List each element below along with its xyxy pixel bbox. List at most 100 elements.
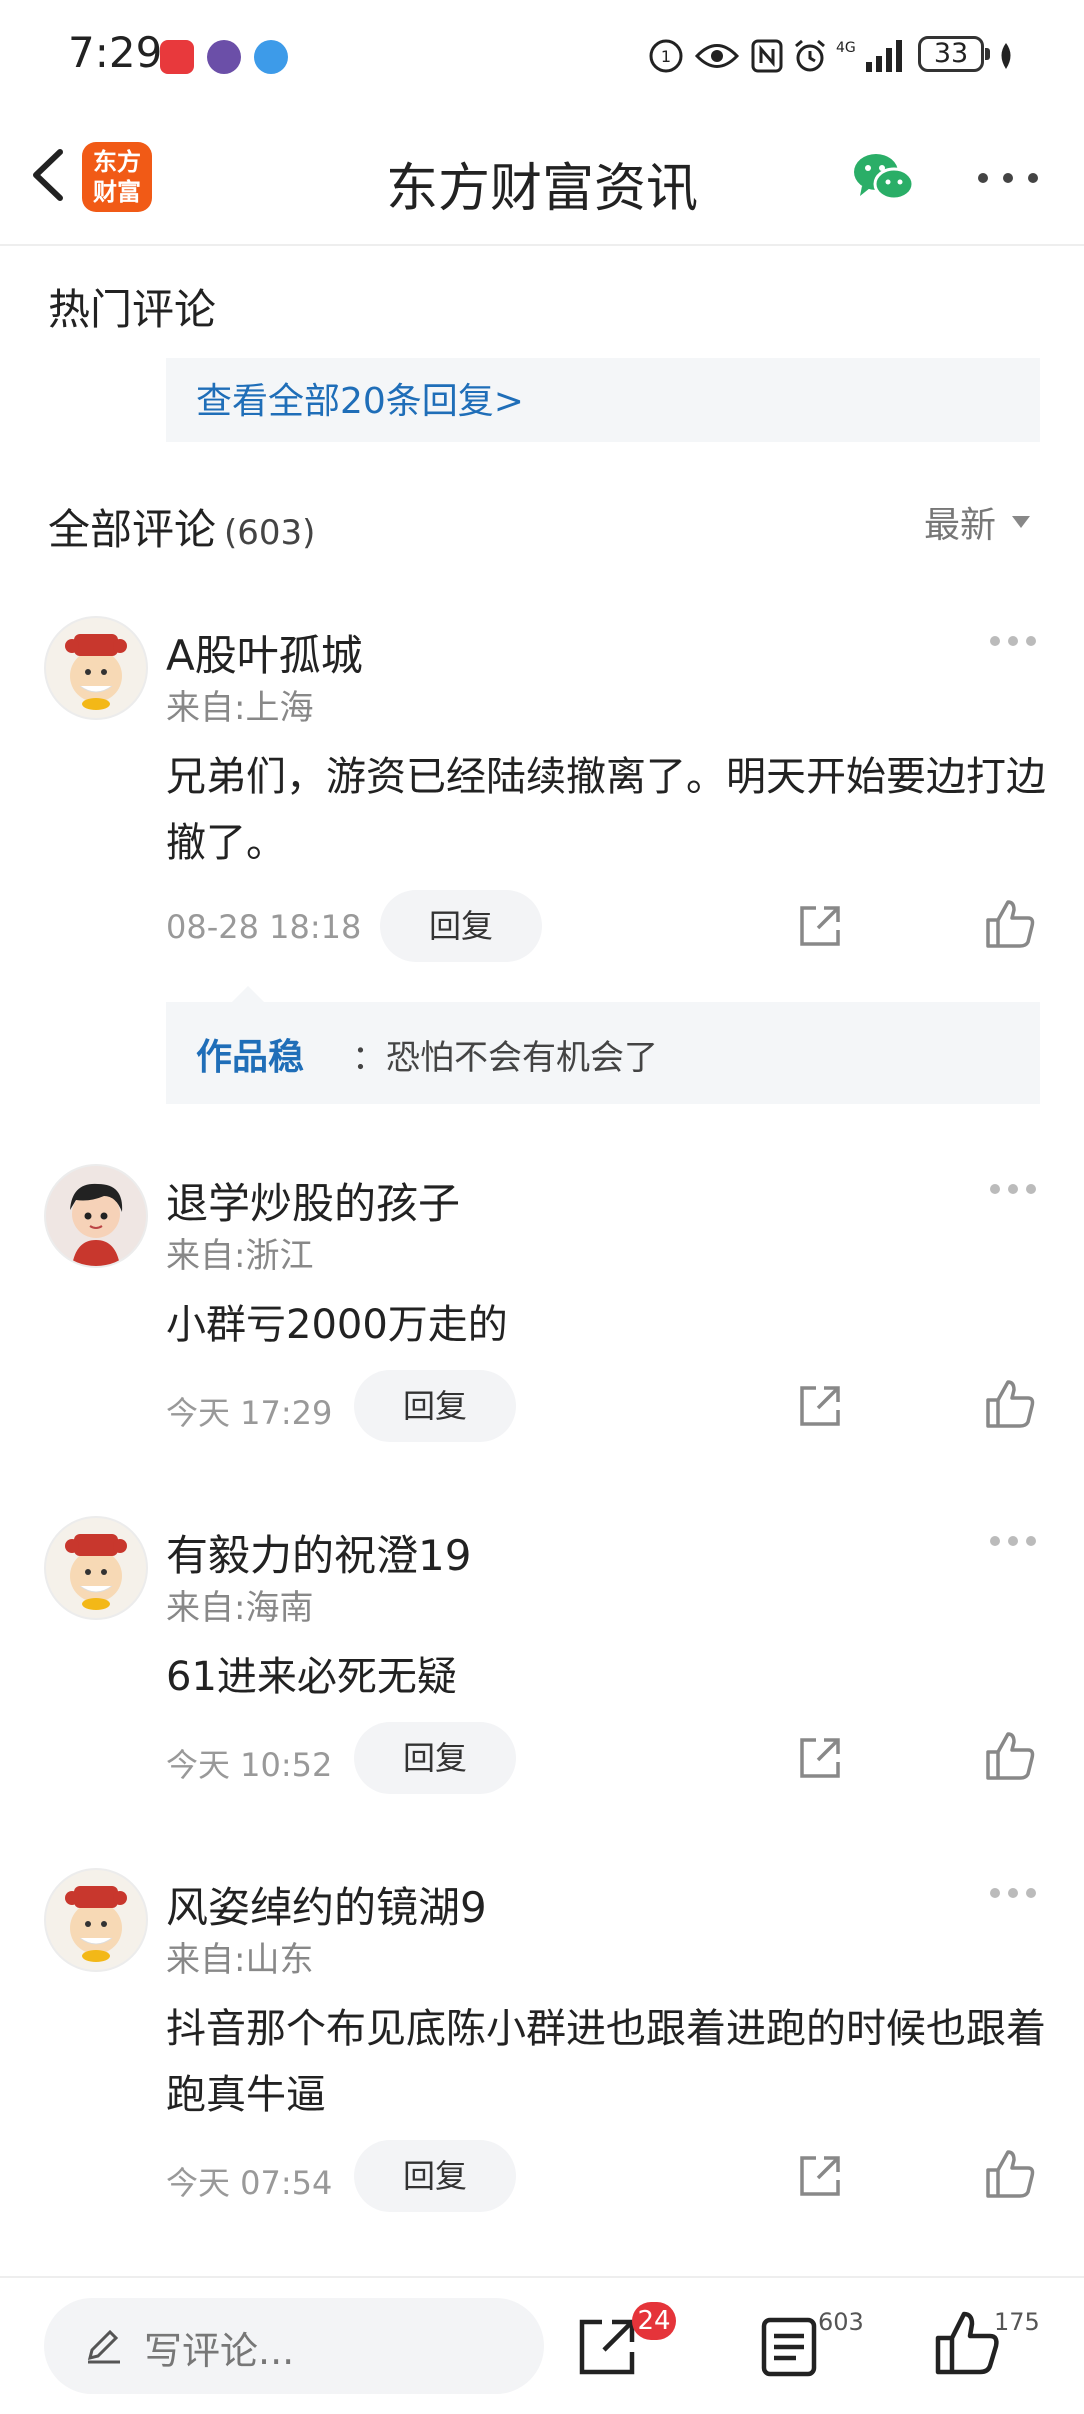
avatar[interactable] (44, 616, 148, 720)
share-icon (579, 2319, 635, 2375)
share-button[interactable] (796, 1382, 844, 1430)
network-type-label: 4G (836, 40, 856, 56)
more-options-button[interactable] (978, 150, 1038, 206)
fortune-god-avatar-icon (65, 1886, 127, 1962)
battery-indicator: 33 (918, 36, 990, 72)
app-notification-icon (207, 40, 241, 74)
avatar[interactable] (44, 1516, 148, 1620)
status-bar: 7:29 1 4G 33 (0, 0, 1084, 110)
wechat-share-button[interactable] (850, 150, 916, 206)
sort-dropdown[interactable]: 最新 (924, 496, 1031, 548)
sub-reply-pointer (232, 986, 264, 1002)
like-button[interactable] (984, 1378, 1036, 1430)
hd-call-icon: 1 (648, 36, 684, 76)
thumbs-up-icon (986, 1732, 1035, 1780)
share-count-badge: 24 (632, 2302, 676, 2340)
more-dot-icon (1003, 173, 1013, 183)
status-time: 7:29 (68, 28, 163, 77)
comment-text: 兄弟们，游资已经陆续撤离了。明天开始要边打边撤了。 (166, 754, 1046, 866)
comment-time: 今天 10:52 (166, 1746, 333, 1784)
comment-username[interactable]: 退学炒股的孩子 (166, 1170, 460, 1231)
avatar[interactable] (44, 1164, 148, 1268)
thumbs-up-icon (935, 2311, 999, 2375)
comment-location: 来自:上海 (166, 688, 314, 728)
triangle-down-icon (1012, 516, 1031, 528)
share-button[interactable] (796, 1734, 844, 1782)
share-button[interactable] (796, 902, 844, 950)
comment-username[interactable]: 风姿绰约的镜湖9 (166, 1874, 487, 1935)
all-comments-title: 全部评论 (48, 505, 217, 554)
comment-time: 08-28 18:18 (166, 908, 362, 946)
huawei-notification-icon (160, 40, 194, 74)
share-article-button[interactable] (574, 2314, 640, 2380)
reply-button[interactable]: 回复 (354, 1722, 516, 1794)
signal-icon: 4G (836, 36, 906, 76)
comment-text: 61进来必死无疑 (166, 1654, 457, 1700)
share-icon (800, 1738, 840, 1778)
reply-button[interactable]: 回复 (354, 2140, 516, 2212)
comment-item: A股叶孤城 来自:上海 兄弟们，游资已经陆续撤离了。明天开始要边打边撤了。 08… (0, 616, 1084, 1016)
pencil-icon (87, 2329, 120, 2364)
hot-comments-title: 热门评论 (48, 285, 217, 334)
write-comment-input[interactable]: 写评论... (44, 2298, 544, 2394)
boy-avatar-icon (70, 1183, 123, 1266)
comment-item: 风姿绰约的镜湖9 来自:山东 抖音那个布见底陈小群进也跟着进跑的时候也跟着跑真牛… (0, 1868, 1084, 2228)
more-dot-icon (1028, 173, 1038, 183)
reply-button[interactable]: 回复 (354, 1370, 516, 1442)
comment-location: 来自:海南 (166, 1588, 314, 1628)
share-icon (800, 2156, 840, 2196)
comment-more-button[interactable] (990, 1184, 1036, 1196)
all-comments-header: 全部评论 (603) (48, 496, 315, 557)
like-button[interactable] (984, 2148, 1036, 2200)
comment-more-button[interactable] (990, 1888, 1036, 1900)
wechat-icon (854, 154, 915, 201)
comments-button[interactable] (756, 2314, 822, 2380)
view-all-replies-link[interactable]: 查看全部20条回复> (196, 372, 524, 424)
comment-item: 退学炒股的孩子 来自:浙江 小群亏2000万走的 今天 17:29 回复 (0, 1164, 1084, 1464)
nfc-icon (750, 36, 784, 76)
like-button[interactable] (984, 1730, 1036, 1782)
comment-location: 来自:山东 (166, 1940, 314, 1980)
all-comments-count: (603) (224, 513, 316, 553)
comment-text: 小群亏2000万走的 (166, 1302, 508, 1348)
comment-text: 抖音那个布见底陈小群进也跟着进跑的时候也跟着跑真牛逼 (166, 2006, 1046, 2118)
share-icon (800, 906, 840, 946)
fortune-god-avatar-icon (65, 1534, 127, 1610)
comment-username[interactable]: A股叶孤城 (166, 622, 363, 683)
comment-item: 有毅力的祝澄19 来自:海南 61进来必死无疑 今天 10:52 回复 (0, 1516, 1084, 1816)
comment-list-icon (761, 2317, 817, 2377)
bottom-action-bar: 写评论... 24 603 175 (0, 2276, 1084, 2414)
comment-time: 今天 17:29 (166, 1394, 333, 1432)
comment-more-button[interactable] (990, 636, 1036, 648)
comment-location: 来自:浙江 (166, 1236, 314, 1276)
comment-more-button[interactable] (990, 1536, 1036, 1548)
sub-reply-text: ：恐怕不会有机会了 (352, 1038, 658, 1078)
eye-comfort-icon (694, 36, 740, 76)
fortune-god-avatar-icon (65, 634, 127, 710)
reply-button[interactable]: 回复 (380, 890, 542, 962)
thumbs-up-icon (986, 2150, 1035, 2198)
sub-reply-box[interactable]: 作品稳 ：恐怕不会有机会了 (166, 1002, 1040, 1104)
thumbs-up-icon (986, 900, 1035, 948)
comment-username[interactable]: 有毅力的祝澄19 (166, 1522, 471, 1583)
like-button[interactable] (984, 898, 1036, 950)
more-dot-icon (978, 173, 988, 183)
page-title: 东方财富资讯 (385, 159, 698, 219)
app-header: 东方 财富 东方财富资讯 (0, 110, 1084, 246)
browser-notification-icon (254, 40, 288, 74)
comment-time: 今天 07:54 (166, 2164, 333, 2202)
leaf-icon (996, 36, 1016, 76)
svg-text:1: 1 (661, 47, 671, 66)
like-count: 175 (994, 2308, 1040, 2336)
comment-count: 603 (818, 2308, 864, 2336)
like-article-button[interactable] (934, 2310, 1000, 2376)
write-comment-placeholder: 写评论... (144, 2329, 295, 2373)
sort-label: 最新 (924, 505, 997, 546)
thumbs-up-icon (986, 1380, 1035, 1428)
view-all-replies-box[interactable]: 查看全部20条回复> (166, 358, 1040, 442)
share-button[interactable] (796, 2152, 844, 2200)
sub-reply-author[interactable]: 作品稳 (196, 1028, 304, 1080)
alarm-icon (792, 36, 828, 76)
avatar[interactable] (44, 1868, 148, 1972)
share-icon (800, 1386, 840, 1426)
